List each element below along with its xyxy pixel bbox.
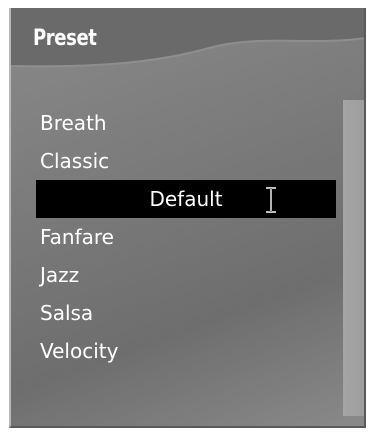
preset-panel: Preset Breath Classic Default Fanfare Ja… (9, 8, 366, 428)
panel-title: Preset (33, 26, 97, 51)
scrollbar-thumb[interactable] (343, 100, 366, 416)
list-scrollbar[interactable] (343, 100, 366, 416)
preset-list[interactable]: Breath Classic Default Fanfare Jazz Sals… (36, 104, 336, 370)
list-item-classic[interactable]: Classic (36, 142, 336, 180)
panel-header: Preset (9, 8, 366, 72)
list-item-default-selected[interactable]: Default (36, 180, 336, 218)
ibeam-cursor-icon (266, 187, 276, 213)
list-item-jazz[interactable]: Jazz (36, 256, 336, 294)
list-item-salsa[interactable]: Salsa (36, 294, 336, 332)
list-item-label: Default (149, 187, 223, 211)
list-item-velocity[interactable]: Velocity (36, 332, 336, 370)
list-item-fanfare[interactable]: Fanfare (36, 218, 336, 256)
list-item-breath[interactable]: Breath (36, 104, 336, 142)
